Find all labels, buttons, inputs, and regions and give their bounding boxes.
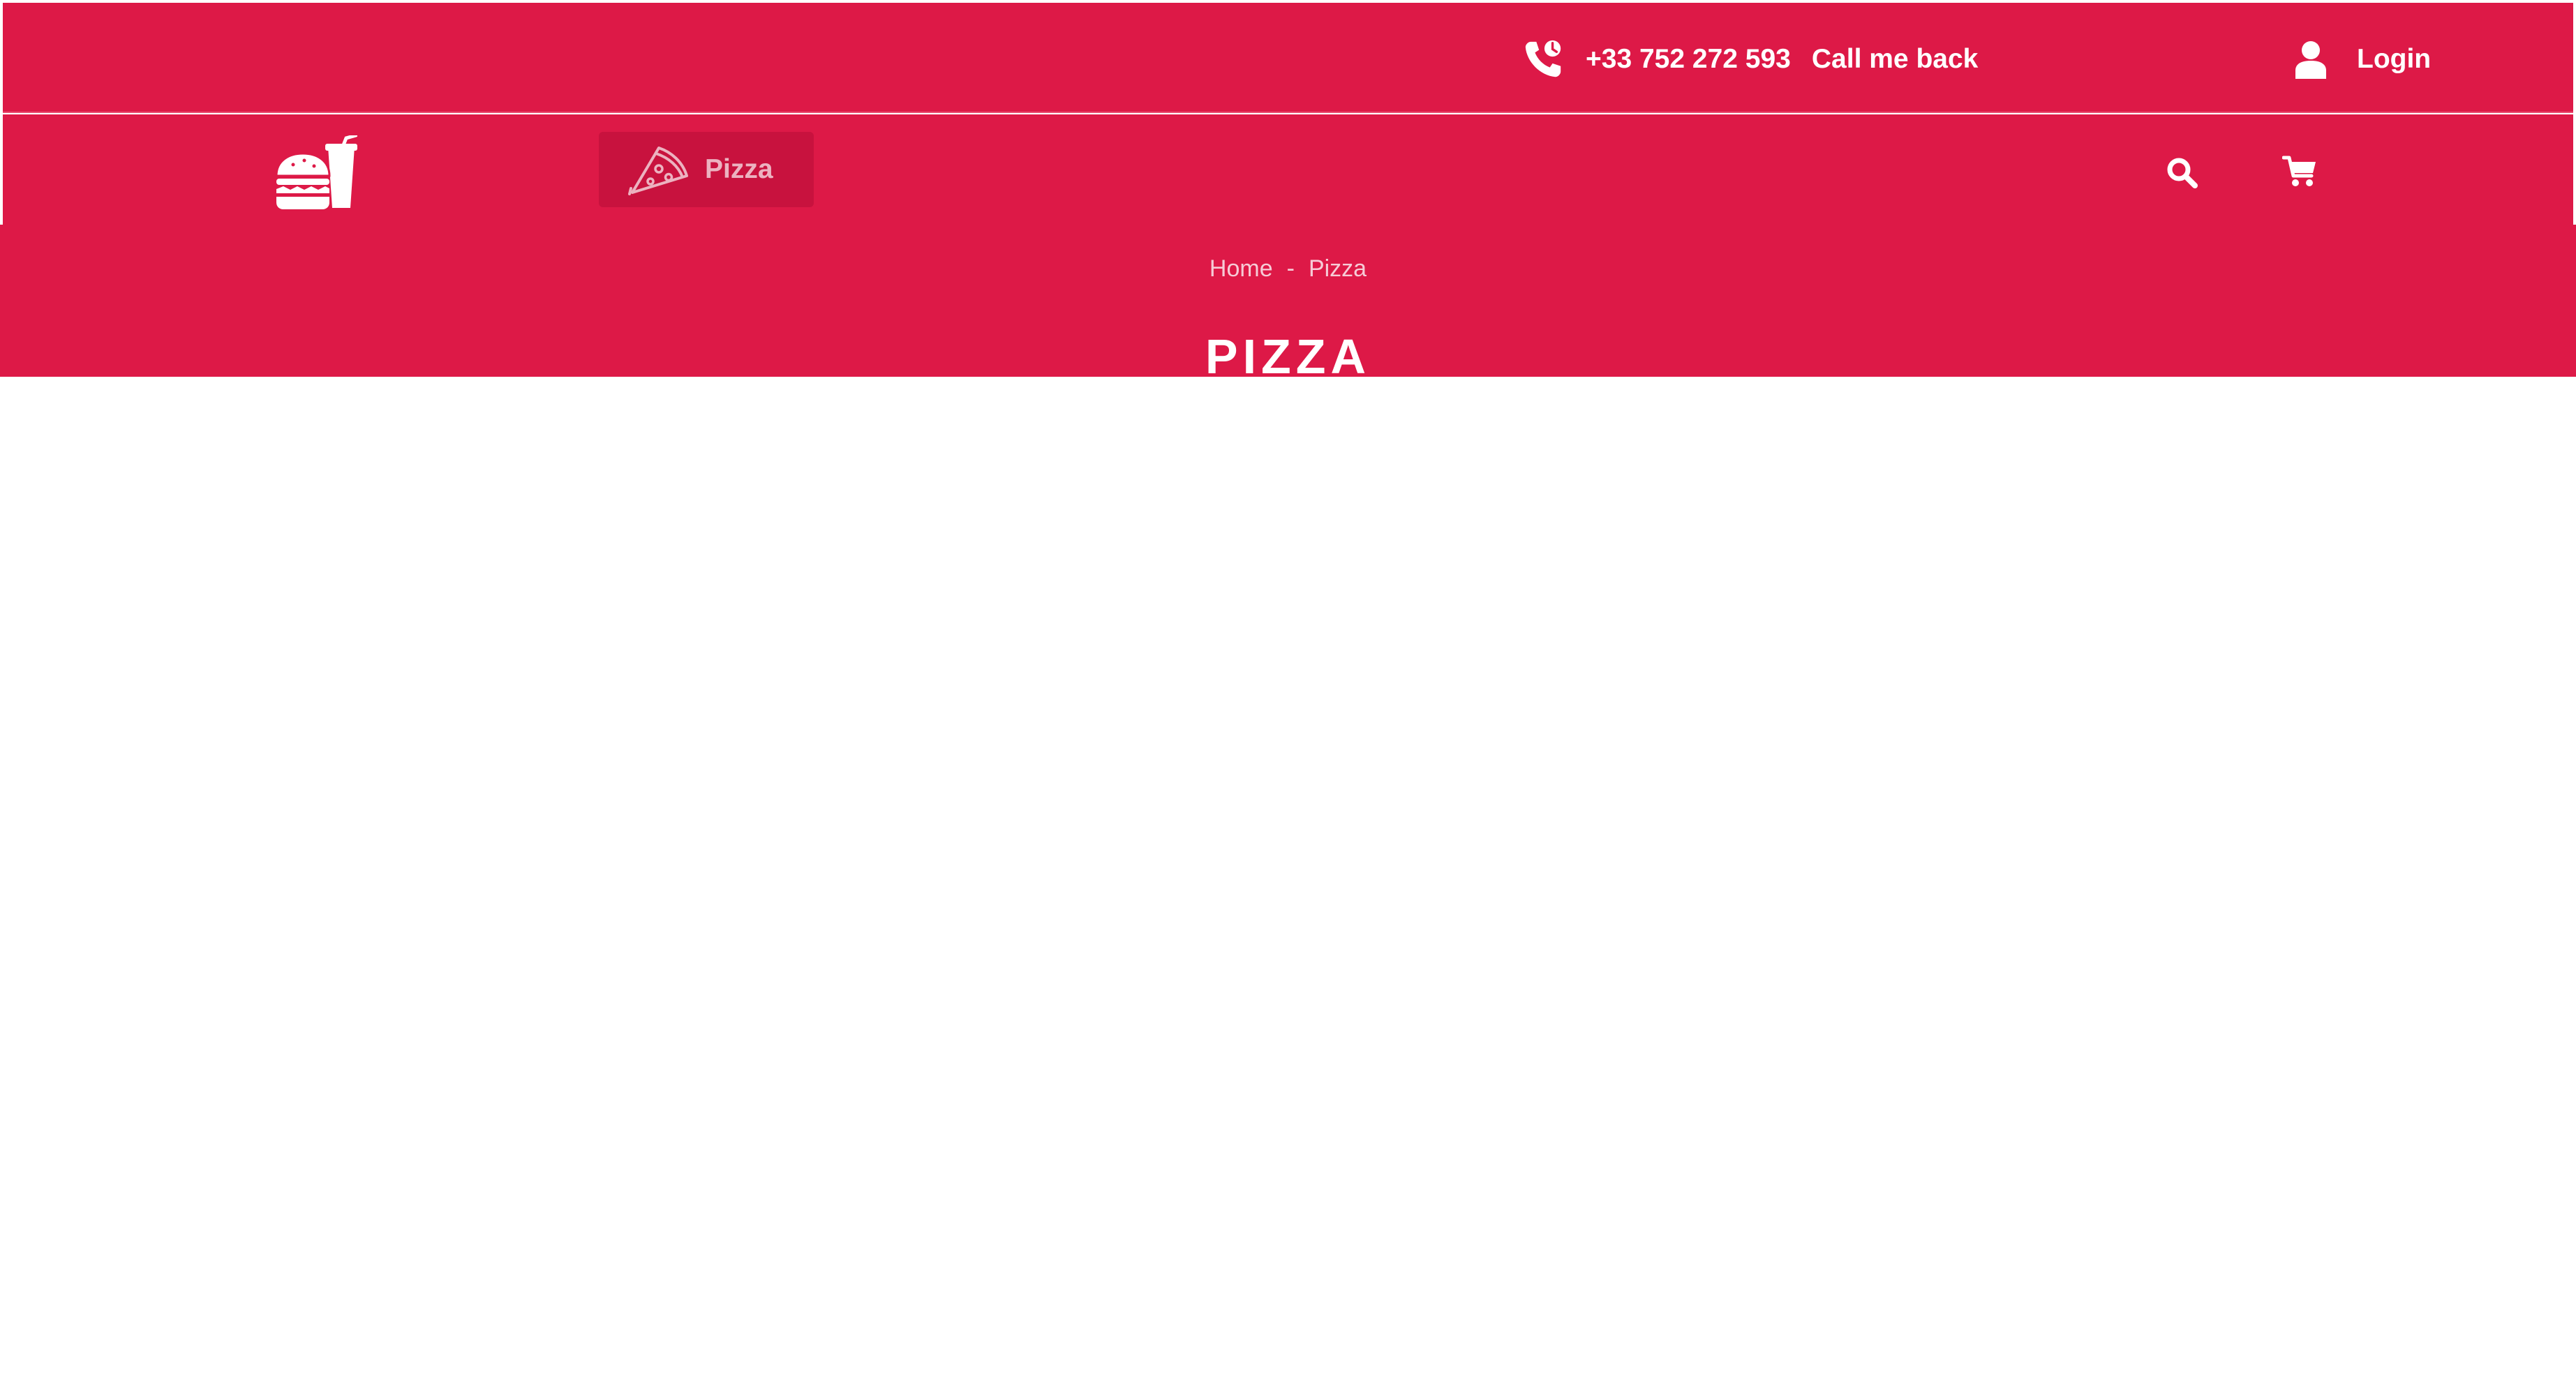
burger-drink-icon	[275, 133, 358, 209]
pizza-slice-icon	[628, 147, 688, 195]
breadcrumb: Home - Pizza	[0, 255, 2576, 283]
login-label: Login	[2357, 44, 2432, 74]
logo[interactable]	[275, 133, 358, 211]
main-navbar: Pizza	[3, 114, 2573, 225]
user-icon	[2295, 41, 2326, 79]
search-icon	[2167, 158, 2198, 188]
top-bar: +33 752 272 593 Call me back Login	[3, 3, 2573, 113]
page-title: PIZZA	[1205, 329, 1371, 384]
phone-number[interactable]: +33 752 272 593	[1586, 44, 1791, 75]
menu-item-pizza[interactable]: Pizza	[599, 132, 814, 207]
call-me-back-link[interactable]: Call me back	[1812, 44, 1978, 75]
breadcrumb-separator: -	[1286, 255, 1295, 282]
breadcrumb-current: Pizza	[1308, 255, 1367, 282]
login-button[interactable]: Login	[2294, 38, 2431, 81]
contact-info: +33 752 272 593 Call me back	[1521, 38, 1978, 81]
breadcrumb-home-link[interactable]: Home	[1209, 255, 1273, 282]
cart-icon	[2281, 156, 2316, 186]
page-header: Home - Pizza PIZZA	[0, 225, 2576, 384]
search-button[interactable]	[2166, 156, 2198, 188]
menu-item-pizza-label: Pizza	[705, 154, 773, 184]
phone-callback-icon	[1525, 40, 1561, 77]
cart-button[interactable]	[2281, 155, 2317, 187]
